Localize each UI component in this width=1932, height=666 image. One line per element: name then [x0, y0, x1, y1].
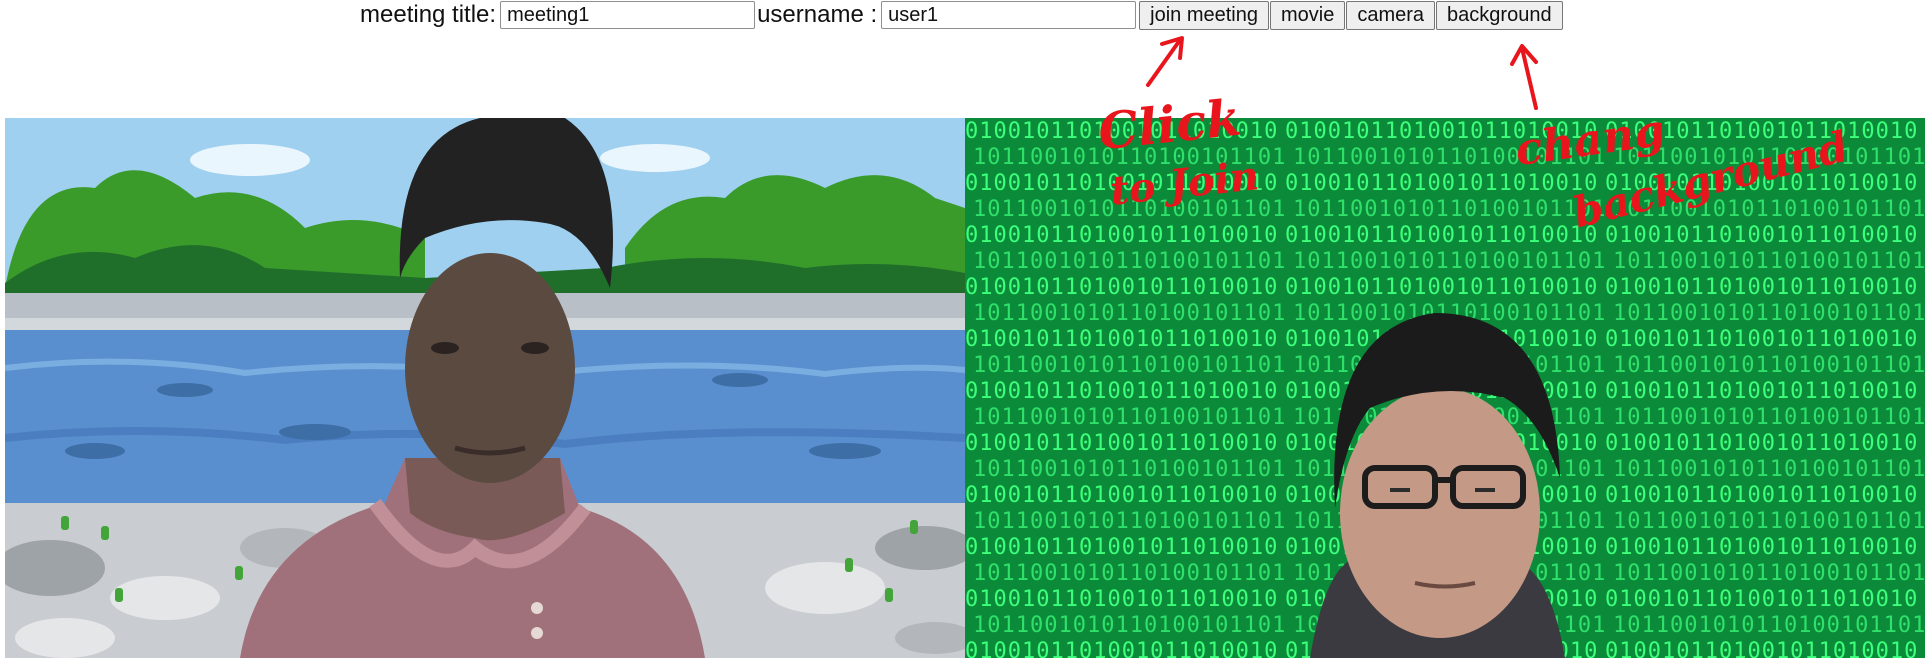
annotation-arrows: [1146, 36, 1538, 110]
